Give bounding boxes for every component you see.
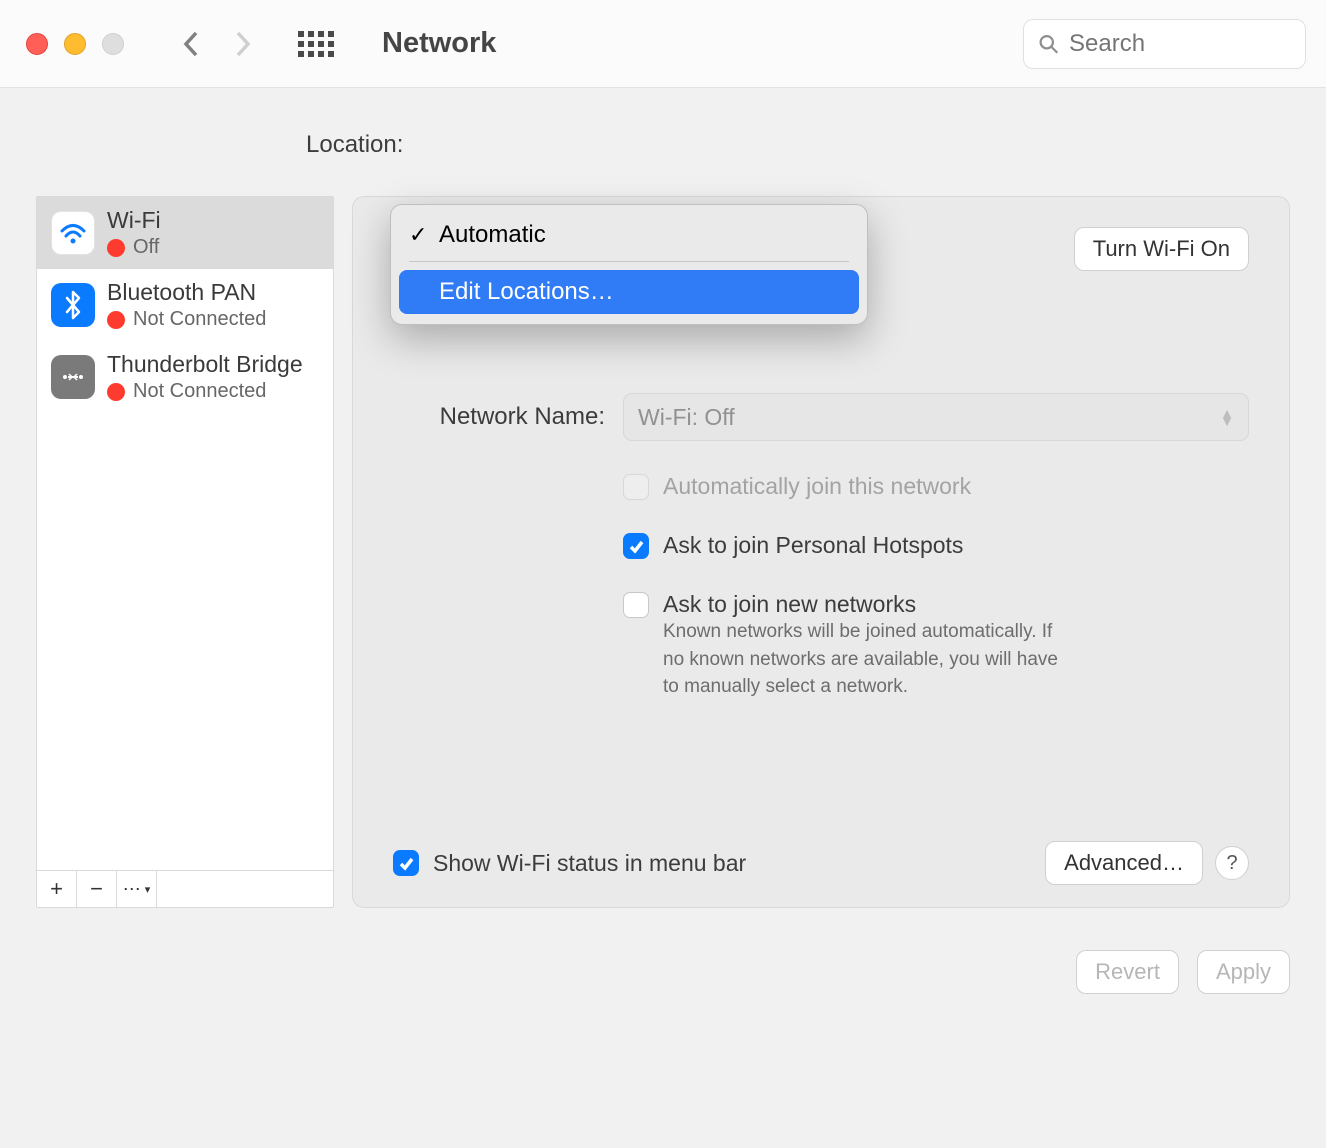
checkbox-checked-icon: [623, 533, 649, 559]
auto-join-checkbox: Automatically join this network: [623, 473, 971, 500]
service-status: Not Connected: [107, 308, 266, 331]
location-option-edit[interactable]: Edit Locations…: [399, 270, 859, 314]
forward-icon: [232, 30, 252, 58]
thunderbolt-icon: [51, 355, 95, 399]
personal-hotspot-checkbox[interactable]: Ask to join Personal Hotspots: [623, 532, 963, 559]
location-row: Location:: [36, 118, 1290, 172]
footer-buttons: Revert Apply: [36, 950, 1290, 994]
network-name-select[interactable]: Wi-Fi: Off ▲▼: [623, 393, 1249, 441]
location-popup: ✓ Automatic Edit Locations…: [390, 204, 868, 325]
checkbox-icon: [623, 592, 649, 618]
checkmark-icon: ✓: [409, 222, 439, 248]
add-service-button[interactable]: +: [37, 871, 77, 907]
service-item-thunderbolt[interactable]: Thunderbolt Bridge Not Connected: [37, 341, 333, 413]
service-status: Not Connected: [107, 380, 303, 403]
service-options-button[interactable]: ⋯▾: [117, 871, 157, 907]
status-dot-icon: [107, 311, 125, 329]
checkbox-checked-icon: [393, 850, 419, 876]
back-icon[interactable]: [182, 30, 202, 58]
service-name: Bluetooth PAN: [107, 279, 266, 306]
location-label: Location:: [306, 131, 403, 159]
page-title: Network: [382, 27, 496, 60]
bluetooth-icon: [51, 283, 95, 327]
advanced-button[interactable]: Advanced…: [1045, 841, 1203, 885]
menu-bar-checkbox[interactable]: Show Wi-Fi status in menu bar: [393, 850, 746, 877]
remove-service-button[interactable]: −: [77, 871, 117, 907]
checkbox-icon: [623, 474, 649, 500]
close-window-button[interactable]: [26, 33, 48, 55]
show-all-icon[interactable]: [298, 31, 334, 57]
status-dot-icon: [107, 383, 125, 401]
helper-text: Known networks will be joined automatica…: [663, 618, 1073, 701]
help-button[interactable]: ?: [1215, 846, 1249, 880]
apply-button[interactable]: Apply: [1197, 950, 1290, 994]
stepper-icon: ▲▼: [1220, 409, 1234, 425]
nav-arrows: [182, 30, 252, 58]
sidebar-actions: + − ⋯▾: [37, 871, 333, 907]
search-field[interactable]: [1023, 19, 1306, 69]
network-name-label: Network Name:: [393, 403, 623, 431]
wifi-icon: [51, 211, 95, 255]
content-area: Location: Wi-Fi Off: [0, 88, 1326, 1148]
search-input[interactable]: [1069, 30, 1291, 58]
minimize-window-button[interactable]: [64, 33, 86, 55]
revert-button[interactable]: Revert: [1076, 950, 1179, 994]
service-name: Thunderbolt Bridge: [107, 351, 303, 378]
service-item-bluetooth[interactable]: Bluetooth PAN Not Connected: [37, 269, 333, 341]
turn-wifi-on-button[interactable]: Turn Wi-Fi On: [1074, 227, 1249, 271]
new-networks-checkbox[interactable]: Ask to join new networks: [623, 591, 1073, 618]
toolbar: Network: [0, 0, 1326, 88]
search-icon: [1038, 32, 1059, 56]
service-name: Wi-Fi: [107, 207, 161, 234]
location-option-automatic[interactable]: ✓ Automatic: [399, 213, 859, 257]
network-name-value: Wi-Fi: Off: [638, 404, 735, 431]
status-dot-icon: [107, 239, 125, 257]
chevron-down-icon: ▾: [145, 883, 151, 896]
zoom-window-button[interactable]: [102, 33, 124, 55]
services-list: Wi-Fi Off Bluetooth PAN Not Connected: [37, 197, 333, 871]
window-controls: [26, 33, 124, 55]
services-sidebar: Wi-Fi Off Bluetooth PAN Not Connected: [36, 196, 334, 908]
service-item-wifi[interactable]: Wi-Fi Off: [37, 197, 333, 269]
popup-separator: [409, 261, 849, 262]
service-status: Off: [107, 236, 161, 259]
